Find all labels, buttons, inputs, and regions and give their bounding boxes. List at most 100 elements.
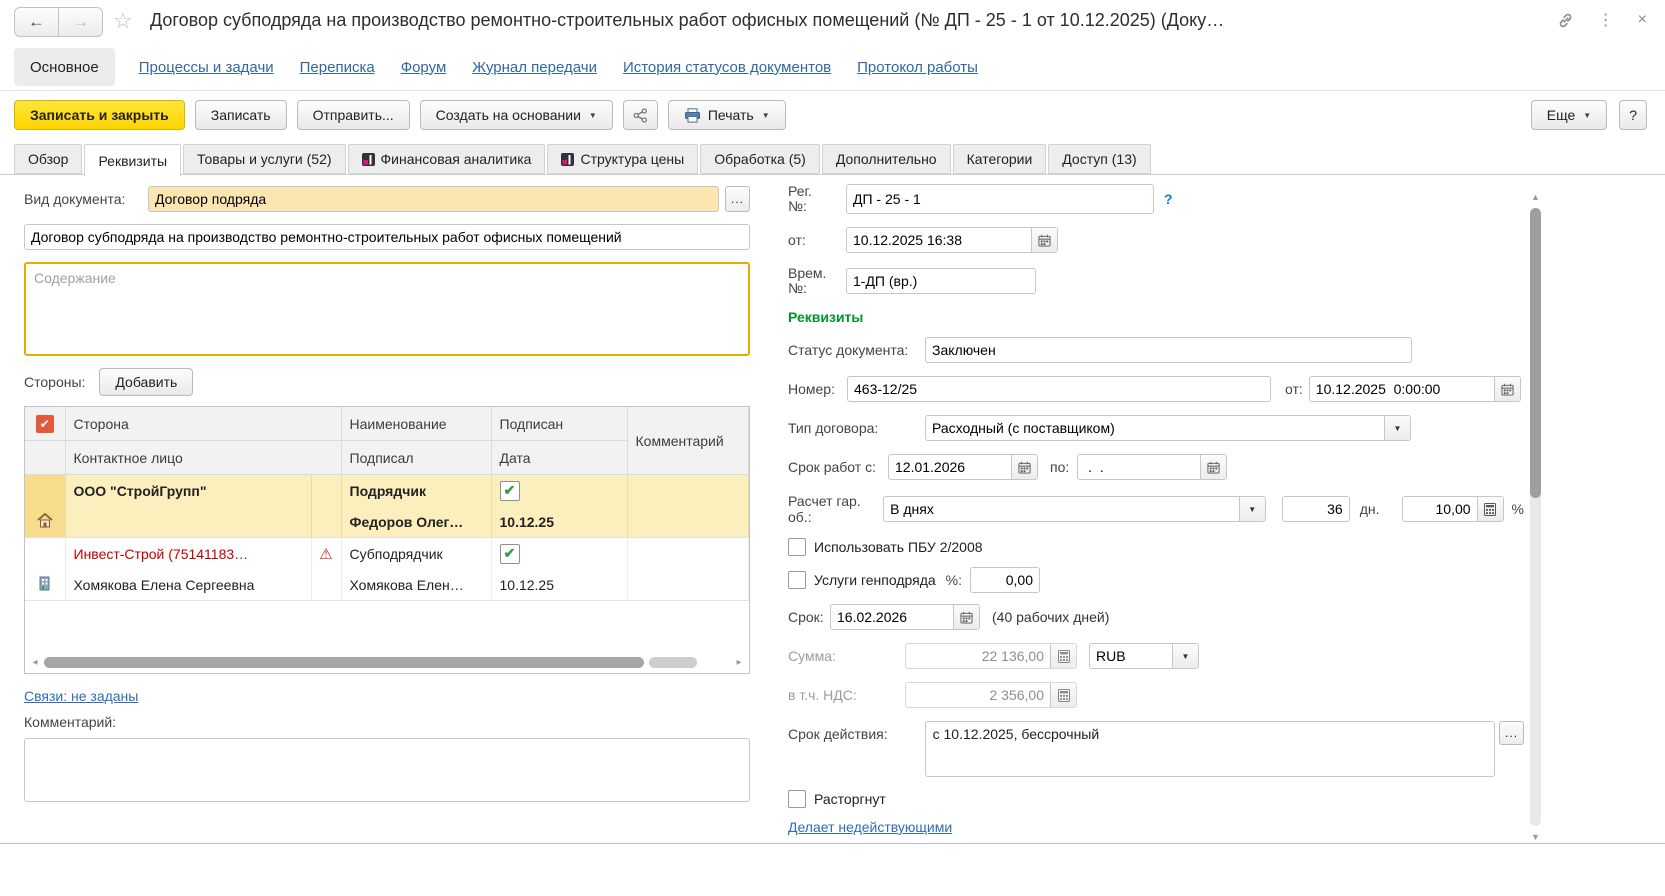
chevron-down-icon[interactable]: ▼ (1172, 644, 1198, 668)
signed-checkbox[interactable]: ✔ (500, 481, 520, 501)
contract-type-select[interactable]: ▼ (925, 415, 1411, 441)
tab-strip: Обзор Реквизиты Товары и услуги (52) Фин… (14, 140, 1153, 176)
scroll-left-icon[interactable]: ◂ (28, 657, 42, 668)
nav-link-correspondence[interactable]: Переписка (300, 59, 375, 76)
doc-kind-field[interactable] (148, 186, 719, 212)
amount-field (905, 643, 1077, 669)
calculator-icon[interactable] (1477, 497, 1503, 521)
close-icon[interactable]: × (1638, 11, 1647, 29)
gen-contract-pct-label: %: (946, 572, 962, 588)
tab-goods-services[interactable]: Товары и услуги (52) (183, 144, 345, 174)
nav-link-forum[interactable]: Форум (401, 59, 447, 76)
number-label: Номер: (788, 381, 847, 397)
doc-kind-select-button[interactable]: ... (725, 186, 750, 212)
tab-access[interactable]: Доступ (13) (1048, 144, 1150, 174)
left-panel: Вид документа: ... Содержание Стороны: Д… (24, 186, 750, 802)
share-button[interactable] (623, 100, 658, 130)
save-and-close-button[interactable]: Записать и закрыть (14, 100, 185, 130)
amount-label: Сумма: (788, 648, 905, 664)
validity-label: Срок действия: (788, 721, 925, 742)
tab-additional[interactable]: Дополнительно (822, 144, 951, 174)
warranty-calc-select[interactable]: ▼ (883, 496, 1266, 522)
tab-categories[interactable]: Категории (953, 144, 1047, 174)
nav-link-work-protocol[interactable]: Протокол работы (857, 59, 978, 76)
calculator-icon[interactable] (1050, 683, 1076, 707)
create-based-on-button[interactable]: Создать на основании▼ (420, 100, 613, 130)
comment-textarea[interactable] (24, 738, 750, 802)
scroll-right-icon[interactable]: ▸ (732, 657, 746, 668)
tab-requisites[interactable]: Реквизиты (84, 144, 181, 176)
validity-select-button[interactable]: ... (1499, 721, 1524, 745)
invalidates-link[interactable]: Делает недействующими (788, 819, 952, 835)
warranty-days-field[interactable] (1282, 496, 1350, 522)
number-date-field[interactable] (1309, 376, 1521, 402)
signed-checkbox[interactable]: ✔ (500, 544, 520, 564)
temp-no-field[interactable] (846, 268, 1036, 294)
get-link-icon[interactable] (1557, 12, 1574, 29)
work-from-field[interactable] (888, 454, 1038, 480)
reg-no-field[interactable] (846, 184, 1154, 214)
select-all-checkbox-icon[interactable]: ✔ (36, 415, 54, 433)
nav-link-status-history[interactable]: История статусов документов (623, 59, 831, 76)
print-button[interactable]: Печать▼ (668, 100, 786, 130)
table-row[interactable]: Хомякова Елена Сергеевна Хомякова Елен… … (25, 569, 749, 601)
calendar-icon[interactable] (1031, 228, 1057, 252)
favorite-star-icon[interactable]: ☆ (113, 8, 133, 34)
number-field[interactable] (847, 376, 1271, 402)
chevron-down-icon: ▼ (589, 111, 597, 120)
currency-select[interactable]: ▼ (1089, 643, 1199, 669)
more-menu-icon[interactable]: ⋮ (1598, 10, 1614, 30)
more-button[interactable]: Еще▼ (1531, 100, 1607, 130)
gen-contract-checkbox[interactable] (788, 571, 806, 589)
help-question-link[interactable]: ? (1164, 191, 1173, 207)
tab-financial-analytics[interactable]: Финансовая аналитика (348, 144, 546, 174)
add-party-button[interactable]: Добавить (99, 368, 193, 396)
relations-link[interactable]: Связи: не заданы (24, 688, 138, 704)
calculator-icon[interactable] (1050, 644, 1076, 668)
nav-item-main[interactable]: Основное (14, 48, 115, 86)
horizontal-scrollbar[interactable]: ◂ ▸ (28, 655, 746, 670)
deadline-field[interactable] (830, 604, 980, 630)
chevron-down-icon[interactable]: ▼ (1239, 497, 1265, 521)
tab-overview[interactable]: Обзор (14, 144, 82, 174)
nav-link-processes[interactable]: Процессы и задачи (139, 59, 274, 76)
terminated-checkbox-label: Расторгнут (814, 791, 886, 807)
reg-date-field[interactable] (846, 227, 1058, 253)
help-button[interactable]: ? (1619, 100, 1647, 130)
bottom-divider (0, 843, 1665, 844)
table-row[interactable]: Федоров Олег… 10.12.25 (25, 506, 749, 538)
scroll-down-icon[interactable]: ▼ (1531, 832, 1540, 842)
scrollbar-thumb[interactable] (1530, 208, 1541, 498)
calendar-icon[interactable] (1200, 455, 1226, 479)
parties-label: Стороны: (24, 374, 85, 390)
send-button[interactable]: Отправить... (297, 100, 410, 130)
warranty-percent-field[interactable] (1402, 496, 1504, 522)
calendar-icon[interactable] (953, 605, 979, 629)
number-date-label: от: (1285, 381, 1303, 397)
calendar-icon[interactable] (1494, 377, 1520, 401)
work-to-field[interactable] (1077, 454, 1227, 480)
validity-field[interactable]: с 10.12.2025, бессрочный (925, 721, 1495, 777)
chevron-down-icon[interactable]: ▼ (1384, 416, 1410, 440)
back-arrow-button[interactable]: ← (15, 8, 58, 36)
tab-processing[interactable]: Обработка (5) (700, 144, 820, 174)
scrollbar-thumb[interactable] (44, 657, 644, 668)
pbu-checkbox[interactable] (788, 538, 806, 556)
calendar-icon[interactable] (1011, 455, 1037, 479)
nav-link-transfer-log[interactable]: Журнал передачи (472, 59, 597, 76)
table-row[interactable]: Инвест-Строй (75141183… ⚠ Субподрядчик ✔ (25, 538, 749, 570)
vertical-scrollbar[interactable]: ▲ ▼ (1528, 192, 1544, 842)
reg-date-label: от: (788, 232, 846, 248)
status-field[interactable] (925, 337, 1412, 363)
content-textarea[interactable]: Содержание (24, 262, 750, 356)
parties-table: ✔ Сторона Наименование Подписан Коммента… (24, 406, 750, 674)
terminated-checkbox[interactable] (788, 790, 806, 808)
forward-arrow-button[interactable]: → (58, 8, 102, 36)
doc-name-field[interactable] (24, 224, 750, 250)
scroll-up-icon[interactable]: ▲ (1531, 192, 1540, 202)
status-label: Статус документа: (788, 342, 925, 358)
save-button[interactable]: Записать (195, 100, 287, 130)
gen-contract-pct-field[interactable] (970, 567, 1040, 593)
table-row[interactable]: ООО "СтройГрупп" Подрядчик ✔ (25, 475, 749, 507)
tab-price-structure[interactable]: Структура цены (547, 144, 698, 174)
